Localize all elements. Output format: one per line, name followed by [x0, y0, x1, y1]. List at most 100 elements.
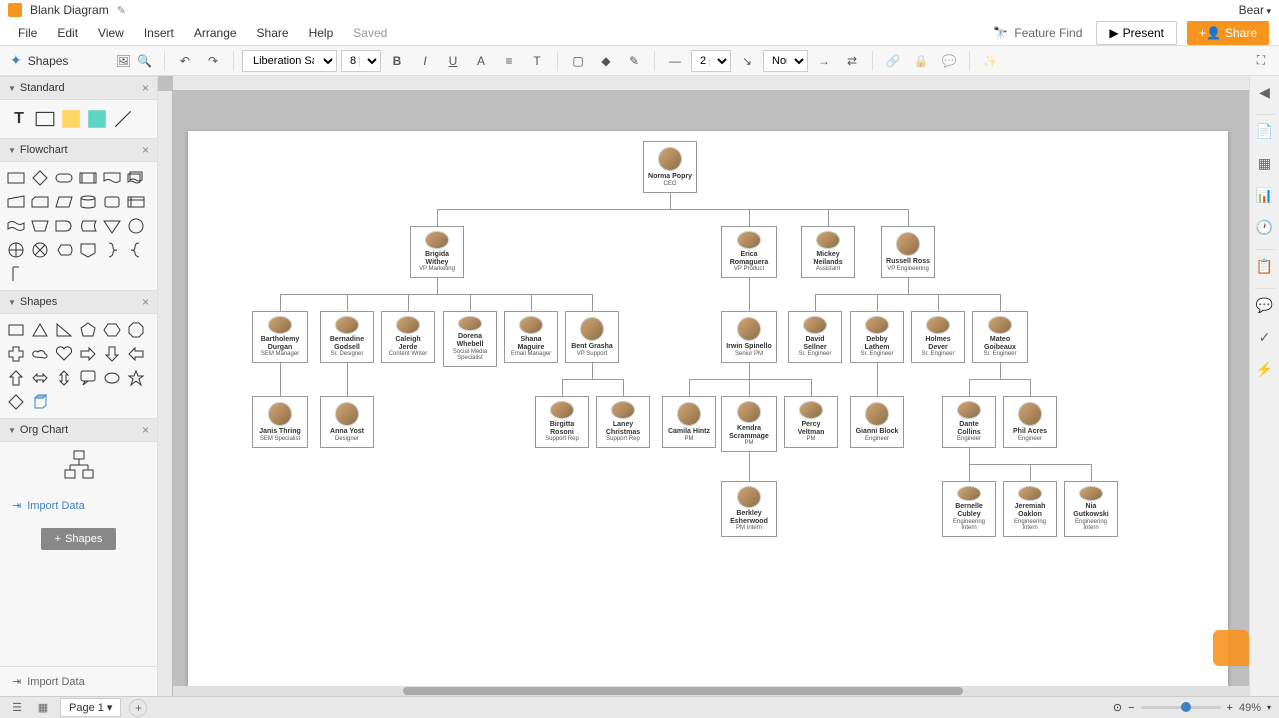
- panel-orgchart-header[interactable]: ▼ Org Chart ×: [0, 418, 157, 442]
- rect-shape[interactable]: [34, 108, 56, 130]
- lock-button[interactable]: 🔒: [909, 49, 933, 73]
- org-node-dorena[interactable]: Dorena WhebellSocial Media Specialist: [443, 311, 497, 367]
- org-node-russell[interactable]: Russell RossVP Engineering: [881, 226, 935, 278]
- shapes-panel-toggle[interactable]: ✦ Shapes 🖼 🔍: [6, 52, 156, 69]
- comments-panel-icon[interactable]: 💬: [1253, 293, 1277, 317]
- org-node-mickey[interactable]: Mickey NeilandsAssistant: [801, 226, 855, 278]
- fc-brace-r[interactable]: [102, 240, 122, 260]
- share-button[interactable]: +👤 Share: [1187, 21, 1269, 45]
- comment-button[interactable]: 💬: [937, 49, 961, 73]
- org-node-bent[interactable]: Bent GrashaVP Support: [565, 311, 619, 363]
- text-format-button[interactable]: T: [525, 49, 549, 73]
- menu-help[interactable]: Help: [301, 23, 342, 43]
- panel-standard-header[interactable]: ▼ Standard ×: [0, 76, 157, 100]
- border-button[interactable]: ◆: [594, 49, 618, 73]
- add-shapes-button[interactable]: + Shapes: [41, 528, 117, 550]
- zoom-out-button[interactable]: −: [1128, 702, 1134, 714]
- fc-or[interactable]: [6, 240, 26, 260]
- menu-edit[interactable]: Edit: [49, 23, 86, 43]
- note-shape[interactable]: [60, 108, 82, 130]
- org-node-norma[interactable]: Norma PopryCEO: [643, 141, 697, 193]
- fc-sum[interactable]: [30, 240, 50, 260]
- collapse-right-icon[interactable]: ◀: [1253, 80, 1277, 104]
- fc-brace-l[interactable]: [126, 240, 146, 260]
- panel-flowchart-header[interactable]: ▼ Flowchart ×: [0, 138, 157, 162]
- orgchart-shape[interactable]: [0, 442, 157, 491]
- canvas-scroll[interactable]: Norma PopryCEO Brigida WitheyVP Marketing…: [173, 91, 1249, 696]
- sh-pentagon[interactable]: [78, 320, 98, 340]
- sh-rtriangle[interactable]: [54, 320, 74, 340]
- sh-callout[interactable]: [78, 368, 98, 388]
- arrow-end-button[interactable]: →: [812, 49, 836, 73]
- swap-button[interactable]: ⇄: [840, 49, 864, 73]
- sh-star[interactable]: [126, 368, 146, 388]
- menu-insert[interactable]: Insert: [136, 23, 182, 43]
- fc-connector[interactable]: [126, 216, 146, 236]
- org-node-percy[interactable]: Percy VeltmanPM: [784, 396, 838, 448]
- org-node-gianni[interactable]: Gianni BlockEngineer: [850, 396, 904, 448]
- fc-delay[interactable]: [54, 216, 74, 236]
- bottom-import-data[interactable]: ⇥ Import Data: [0, 666, 157, 696]
- redo-button[interactable]: ↷: [201, 49, 225, 73]
- org-node-dante[interactable]: Dante CollinsEngineer: [942, 396, 996, 448]
- sh-heart[interactable]: [54, 344, 74, 364]
- sh-cloud[interactable]: [30, 344, 50, 364]
- org-node-kendra[interactable]: Kendra ScrammagePM: [721, 396, 777, 452]
- fc-document[interactable]: [102, 168, 122, 188]
- history-panel-icon[interactable]: 🕐: [1253, 215, 1277, 239]
- sh-arrow-l[interactable]: [126, 344, 146, 364]
- sh-arrow-ud[interactable]: [54, 368, 74, 388]
- org-node-debby[interactable]: Debby LathemSr. Engineer: [850, 311, 904, 363]
- zoom-in-button[interactable]: +: [1227, 702, 1233, 714]
- org-node-berkley[interactable]: Berkley EsherwoodPM Intern: [721, 481, 777, 537]
- fc-direct[interactable]: [102, 192, 122, 212]
- horizontal-scrollbar[interactable]: [173, 686, 1249, 696]
- org-node-anna[interactable]: Anna YostDesigner: [320, 396, 374, 448]
- fc-process[interactable]: [6, 168, 26, 188]
- feature-find-button[interactable]: 🔭 Feature Find: [993, 26, 1082, 40]
- font-size-select[interactable]: 8 pt: [341, 50, 381, 72]
- text-shape[interactable]: T: [8, 108, 30, 130]
- sh-rect[interactable]: [6, 320, 26, 340]
- fullscreen-button[interactable]: ⛶: [1249, 49, 1273, 73]
- menu-arrange[interactable]: Arrange: [186, 23, 245, 43]
- org-node-caleigh[interactable]: Caleigh JerdeContent Writer: [381, 311, 435, 363]
- sh-arrow-u[interactable]: [6, 368, 26, 388]
- fc-decision[interactable]: [30, 168, 50, 188]
- magic-button[interactable]: ✨: [978, 49, 1002, 73]
- fc-database[interactable]: [78, 192, 98, 212]
- close-icon[interactable]: ×: [142, 81, 149, 95]
- italic-button[interactable]: I: [413, 49, 437, 73]
- image-icon[interactable]: 🖼: [116, 54, 131, 68]
- fc-predefined[interactable]: [78, 168, 98, 188]
- line-type-button[interactable]: ↘: [735, 49, 759, 73]
- fc-manual-input[interactable]: [6, 192, 26, 212]
- search-icon[interactable]: 🔍: [137, 54, 152, 68]
- org-node-janis[interactable]: Janis ThringSEM Specialist: [252, 396, 308, 448]
- fc-stored[interactable]: [78, 216, 98, 236]
- font-family-select[interactable]: Liberation Sans: [242, 50, 337, 72]
- sh-cube[interactable]: [30, 392, 50, 412]
- close-icon[interactable]: ×: [142, 143, 149, 157]
- fc-merge[interactable]: [102, 216, 122, 236]
- close-icon[interactable]: ×: [142, 423, 149, 437]
- line-color-button[interactable]: ✎: [622, 49, 646, 73]
- validate-panel-icon[interactable]: ✓: [1253, 325, 1277, 349]
- org-node-bart[interactable]: Bartholemy DurganSEM Manager: [252, 311, 308, 363]
- fc-tape[interactable]: [6, 216, 26, 236]
- layout-panel-icon[interactable]: ▦: [1253, 151, 1277, 175]
- org-node-mateo[interactable]: Mateo GoibeauxSr. Engineer: [972, 311, 1028, 363]
- import-data-link[interactable]: ⇥ Import Data: [0, 491, 157, 520]
- fc-multidoc[interactable]: [126, 168, 146, 188]
- help-chat-icon[interactable]: [1213, 630, 1249, 666]
- org-node-brigida[interactable]: Brigida WitheyVP Marketing: [410, 226, 464, 278]
- present-button[interactable]: ▶ Present: [1096, 21, 1177, 45]
- bold-button[interactable]: B: [385, 49, 409, 73]
- org-node-shana[interactable]: Shana MaguireEmail Manager: [504, 311, 558, 363]
- fc-note[interactable]: [6, 264, 26, 284]
- sh-arrow-d[interactable]: [102, 344, 122, 364]
- sh-octagon[interactable]: [126, 320, 146, 340]
- add-page-button[interactable]: +: [129, 699, 147, 717]
- list-view-icon[interactable]: ☰: [8, 699, 26, 717]
- org-node-nia[interactable]: Nia GutkowskiEngineering Intern: [1064, 481, 1118, 537]
